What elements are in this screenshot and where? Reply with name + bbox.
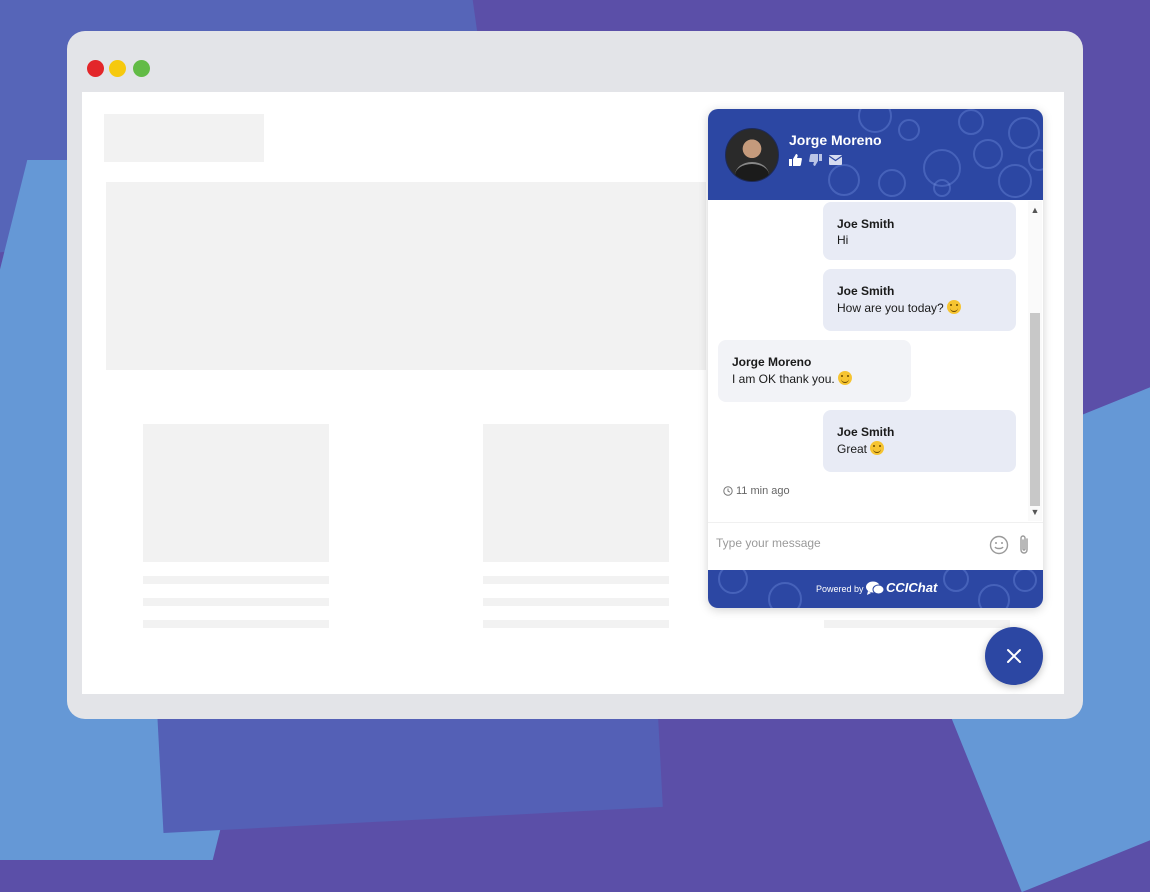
message-sender: Joe Smith (837, 284, 895, 298)
message-composer (708, 522, 1043, 571)
brand-name: CCIChat (886, 580, 938, 595)
decorative-bubble (998, 164, 1032, 198)
decorative-bubble (858, 109, 892, 133)
decorative-bubble (978, 584, 1010, 608)
decorative-bubble (718, 570, 748, 594)
clock-icon (723, 486, 733, 496)
message-bubble: Joe Smith How are you today? (823, 269, 1016, 331)
message-bubble: Joe Smith Great (823, 410, 1016, 472)
envelope-icon[interactable] (829, 154, 842, 166)
message-timestamp: 11 min ago (723, 485, 790, 497)
message-bubble: Joe Smith Hi (823, 202, 1016, 260)
message-text: How are you today? (837, 300, 961, 315)
placeholder-logo (104, 114, 264, 162)
agent-avatar (725, 128, 779, 182)
decorative-bubble (898, 119, 920, 141)
placeholder-text-line (824, 620, 1010, 628)
close-chat-button[interactable] (985, 627, 1043, 685)
placeholder-text-line (483, 620, 669, 628)
message-bubble: Jorge Moreno I am OK thank you. (718, 340, 911, 402)
header-actions (789, 154, 842, 166)
decorative-bubble (933, 179, 951, 197)
placeholder-text-line (483, 576, 669, 584)
emoji-picker-icon[interactable] (989, 534, 1009, 556)
chat-widget: Jorge Moreno Joe Smith Hi Joe Smith How … (708, 109, 1043, 608)
decorative-bubble (828, 164, 860, 196)
wink-emoji-icon (870, 441, 885, 455)
placeholder-text-line (483, 598, 669, 606)
message-text: I am OK thank you. (732, 371, 852, 386)
window-minimize-dot[interactable] (109, 60, 126, 77)
scrollbar-thumb[interactable] (1030, 313, 1040, 506)
decorative-bubble (943, 570, 969, 592)
decorative-bubble (1008, 117, 1040, 149)
wink-emoji-icon (837, 371, 852, 385)
scroll-down-icon[interactable]: ▼ (1028, 505, 1042, 519)
scroll-up-icon[interactable]: ▲ (1028, 203, 1042, 217)
timestamp-text: 11 min ago (736, 485, 790, 497)
decorative-bubble (878, 169, 906, 197)
thumbs-up-icon[interactable] (789, 154, 802, 166)
thumbs-down-icon[interactable] (809, 154, 822, 166)
close-icon (1007, 649, 1021, 663)
powered-by-label: Powered by (816, 584, 864, 594)
message-sender: Joe Smith (837, 425, 895, 439)
placeholder-text-line (143, 620, 329, 628)
placeholder-text-line (143, 598, 329, 606)
decorative-bubble (1013, 570, 1037, 592)
message-sender: Joe Smith (837, 217, 895, 231)
placeholder-hero (106, 182, 706, 370)
decorative-bubble (958, 109, 984, 135)
placeholder-text-line (143, 576, 329, 584)
message-input[interactable] (714, 531, 978, 555)
window-close-dot[interactable] (87, 60, 104, 77)
placeholder-card-image (483, 424, 669, 562)
decorative-bubble (973, 139, 1003, 169)
decorative-bubble (768, 582, 802, 608)
placeholder-card-image (143, 424, 329, 562)
cci-chat-logo[interactable]: CCIChat (866, 580, 937, 595)
message-sender: Jorge Moreno (732, 355, 812, 369)
smile-emoji-icon (946, 300, 961, 314)
message-text: Hi (837, 233, 849, 247)
window-maximize-dot[interactable] (133, 60, 150, 77)
agent-name: Jorge Moreno (789, 132, 882, 148)
chat-header: Jorge Moreno (708, 109, 1043, 200)
message-scrollbar[interactable]: ▲ ▼ (1028, 201, 1042, 521)
decorative-bubble (1028, 149, 1043, 171)
message-text: Great (837, 441, 885, 456)
message-list: Joe Smith Hi Joe Smith How are you today… (708, 200, 1028, 522)
chat-footer: Powered by CCIChat (708, 570, 1043, 608)
attachment-icon[interactable] (1014, 534, 1034, 556)
chat-bubbles-icon (866, 581, 884, 595)
